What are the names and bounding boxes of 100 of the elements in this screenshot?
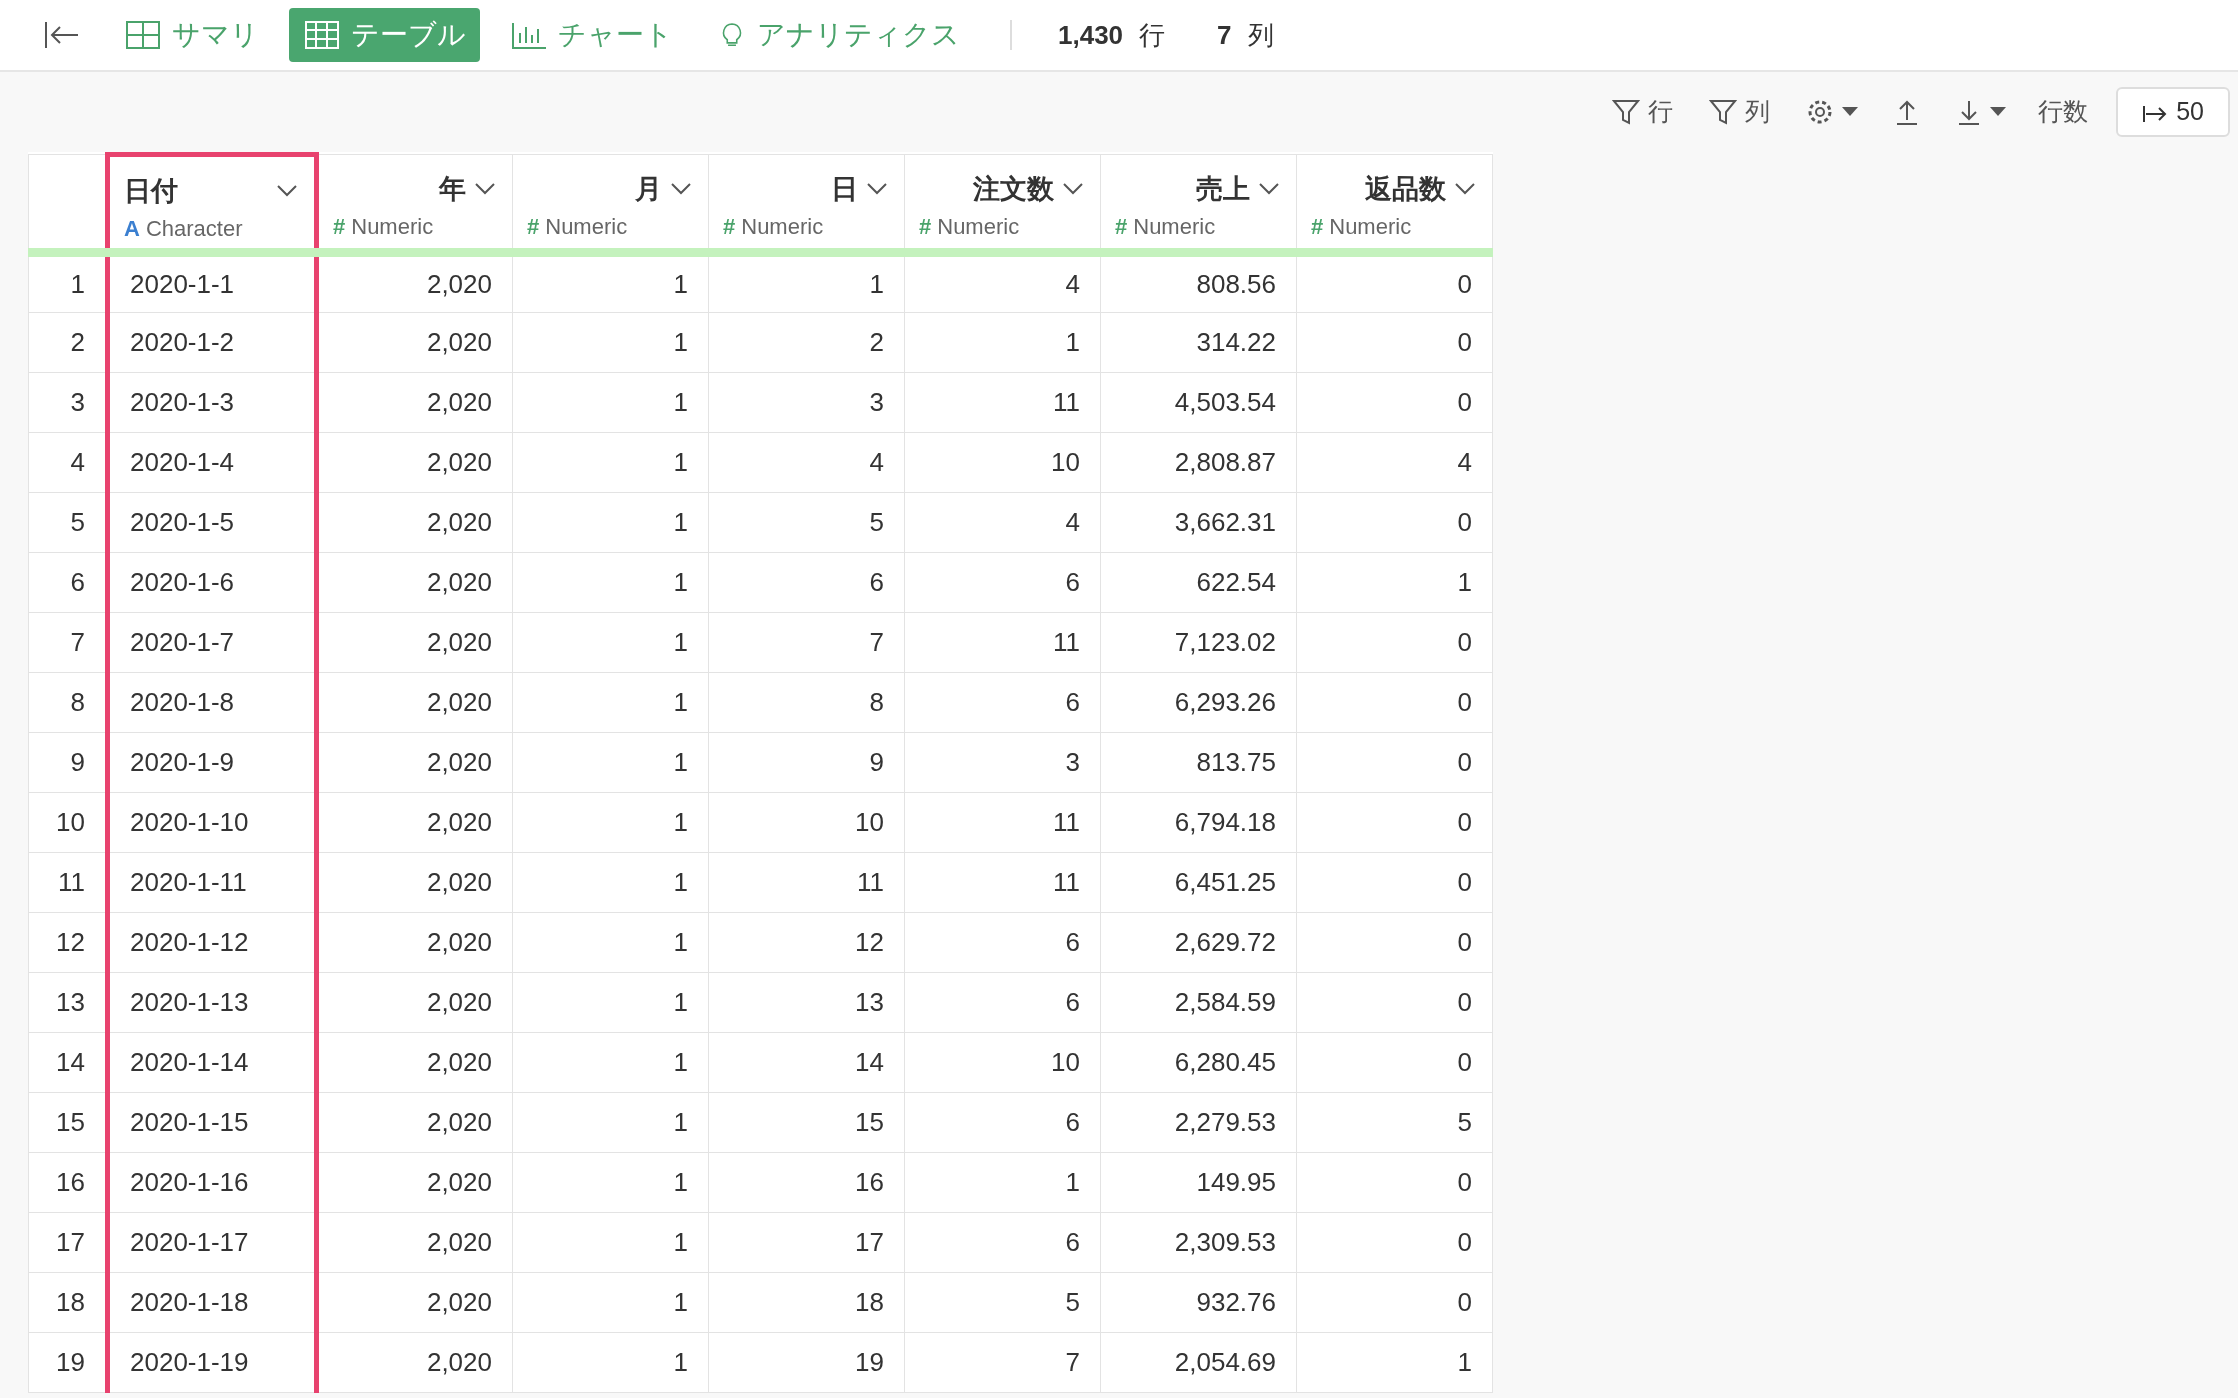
table-cell: 6 (904, 552, 1101, 613)
table-cell: 0 (1296, 972, 1493, 1033)
table-cell: 13 (708, 972, 905, 1033)
table-cell: 2020-1-13 (107, 972, 317, 1033)
table-cell: 6 (904, 912, 1101, 973)
table-cell: 7,123.02 (1100, 612, 1297, 673)
table-cell: 2,279.53 (1100, 1092, 1297, 1153)
table-cell: 0 (1296, 312, 1493, 373)
table-cell: 3,662.31 (1100, 492, 1297, 553)
column-filter-button[interactable]: 列 (1705, 89, 1775, 135)
table-cell: 7 (904, 1332, 1101, 1393)
table-cell: 2020-1-3 (107, 372, 317, 433)
table-cell: 2,020 (316, 612, 513, 673)
table-cell: 6 (708, 552, 905, 613)
column-menu-button[interactable] (474, 182, 496, 197)
table-cell: 2,584.59 (1100, 972, 1297, 1033)
row-number: 12 (28, 912, 108, 973)
table-cell: 10 (904, 432, 1101, 493)
table-cell: 2,020 (316, 1332, 513, 1393)
table-cell: 12 (708, 912, 905, 973)
filter-icon (1612, 98, 1641, 126)
table-cell: 1 (512, 372, 709, 433)
type-glyph: # (1115, 213, 1128, 239)
row-number: 14 (28, 1032, 108, 1093)
table-cell: 2,020 (316, 1152, 513, 1213)
table-cell: 1 (512, 1212, 709, 1273)
table-cell: 1 (1296, 1332, 1493, 1393)
table-cell: 2,054.69 (1100, 1332, 1297, 1393)
table-cell: 0 (1296, 1212, 1493, 1273)
row-number: 8 (28, 672, 108, 733)
chevron-down-icon (474, 182, 496, 197)
table-cell: 0 (1296, 732, 1493, 793)
column-menu-button[interactable] (866, 182, 888, 197)
table-cell: 2,020 (316, 492, 513, 553)
table-cell: 0 (1296, 1032, 1493, 1093)
table-cell: 2,020 (316, 672, 513, 733)
table-cell: 1 (512, 1032, 709, 1093)
column-type: Numeric (351, 213, 434, 239)
table-cell: 2,020 (316, 1092, 513, 1153)
table-cell: 932.76 (1100, 1272, 1297, 1333)
table-cell: 0 (1296, 912, 1493, 973)
table-cell: 6,280.45 (1100, 1032, 1297, 1093)
column-menu-button[interactable] (1454, 182, 1476, 197)
table-icon (303, 19, 341, 51)
table-cell: 2,020 (316, 1032, 513, 1093)
type-glyph: # (1311, 213, 1324, 239)
table-cell: 1 (512, 792, 709, 853)
table-cell: 0 (1296, 612, 1493, 673)
table-cell: 6 (904, 1092, 1101, 1153)
table-cell: 11 (904, 372, 1101, 433)
table-cell: 1 (512, 312, 709, 373)
table-cell: 2,020 (316, 372, 513, 433)
column-unit: 列 (1247, 18, 1274, 52)
column-menu-button[interactable] (1258, 182, 1280, 197)
column-type: Numeric (1133, 213, 1216, 239)
table-cell: 1 (904, 312, 1101, 373)
row-number: 10 (28, 792, 108, 853)
column-name: 日 (831, 173, 858, 206)
type-glyph: # (723, 213, 736, 239)
row-number: 11 (28, 852, 108, 913)
table-cell: 16 (708, 1152, 905, 1213)
column-name: 年 (439, 173, 466, 206)
table-cell: 2020-1-9 (107, 732, 317, 793)
table-cell: 11 (904, 852, 1101, 913)
column-menu-button[interactable] (276, 184, 298, 199)
row-filter-button[interactable]: 行 (1608, 89, 1678, 135)
table-cell: 1 (512, 612, 709, 673)
column-type: Numeric (937, 213, 1020, 239)
table-cell: 813.75 (1100, 732, 1297, 793)
table-cell: 2,020 (316, 732, 513, 793)
column-menu-button[interactable] (1062, 182, 1084, 197)
filter-icon (1709, 98, 1738, 126)
table-cell: 6 (904, 972, 1101, 1033)
table-cell: 4 (904, 492, 1101, 553)
column-name: 日付 (124, 175, 178, 208)
rows-per-page-button[interactable]: 50 (2116, 87, 2230, 137)
column-menu-button[interactable] (670, 182, 692, 197)
table-cell: 1 (512, 1272, 709, 1333)
table-cell: 6,293.26 (1100, 672, 1297, 733)
column-type: Numeric (1329, 213, 1412, 239)
table-cell: 11 (904, 792, 1101, 853)
row-number: 7 (28, 612, 108, 673)
table-cell: 2020-1-8 (107, 672, 317, 733)
table-cell: 0 (1296, 672, 1493, 733)
rows-label: 行数 (2038, 96, 2089, 128)
table-cell: 0 (1296, 372, 1493, 433)
table-cell: 9 (708, 732, 905, 793)
table-cell: 1 (512, 1332, 709, 1393)
table-cell: 0 (1296, 792, 1493, 853)
table-cell: 6,794.18 (1100, 792, 1297, 853)
back-icon (42, 19, 80, 51)
table-cell: 2,629.72 (1100, 912, 1297, 973)
table-cell: 2020-1-7 (107, 612, 317, 673)
table-cell: 2,808.87 (1100, 432, 1297, 493)
row-number: 4 (28, 432, 108, 493)
row-number: 9 (28, 732, 108, 793)
row-number: 19 (28, 1332, 108, 1393)
table-cell: 2020-1-14 (107, 1032, 317, 1093)
table-cell: 2020-1-18 (107, 1272, 317, 1333)
table-cell: 622.54 (1100, 552, 1297, 613)
